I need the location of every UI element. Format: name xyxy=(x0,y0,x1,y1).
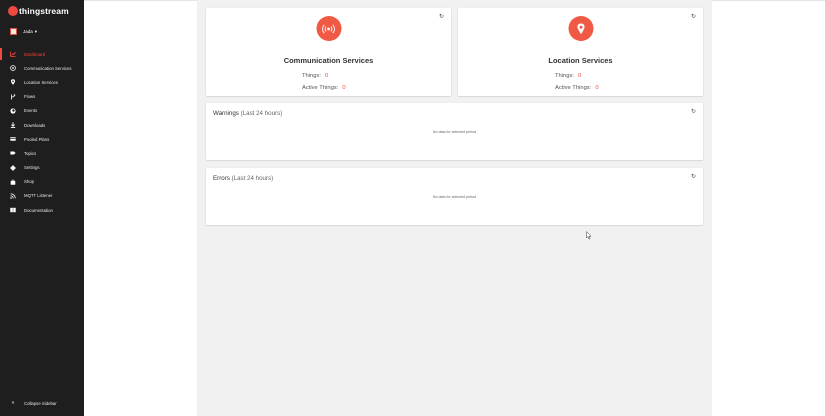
active-things-stat: Active Things: 0 xyxy=(555,85,599,91)
sidebar-item-downloads[interactable]: Downloads xyxy=(0,118,84,132)
warnings-period: (Last 24 hours) xyxy=(240,110,283,117)
broadcast-icon xyxy=(10,65,16,72)
pin-icon xyxy=(10,79,16,86)
sidebar-item-label: Location Services xyxy=(24,79,58,85)
collapse-sidebar-label: Collapse Sidebar xyxy=(24,400,57,406)
sidebar-item-label: Events xyxy=(24,108,38,114)
sidebar-item-label: Downloads xyxy=(24,122,46,128)
sidebar-item-label: Pooled Plans xyxy=(24,136,50,142)
tag-icon xyxy=(10,150,16,156)
chart-icon xyxy=(10,51,16,57)
sidebar-item-label: Communication Services xyxy=(24,65,72,71)
things-value: 0 xyxy=(578,73,582,79)
sidebar-item-label: Topics xyxy=(24,150,37,156)
active-things-label: Active Things: xyxy=(555,85,592,91)
sidebar: thingstream Jada ▾ Dashboard Communicati… xyxy=(0,0,84,416)
logo-mark-icon xyxy=(8,6,18,16)
things-stat: Things: 0 xyxy=(555,73,581,79)
sidebar-item-documentation[interactable]: Documentation xyxy=(0,203,84,217)
bag-icon xyxy=(10,179,16,185)
gear-icon xyxy=(10,164,16,171)
empty-state-text: No data for selected period xyxy=(432,130,477,134)
errors-title: Errors xyxy=(213,175,230,182)
location-services-card[interactable]: ↻ Location Services Things: 0 Active Thin… xyxy=(458,8,703,96)
download-icon xyxy=(10,122,16,128)
sidebar-item-label: Settings xyxy=(24,165,40,171)
sidebar-item-label: Shop xyxy=(24,179,35,185)
main-area: ↻ Communication Services Things: 0 Active… xyxy=(84,0,825,416)
avatar xyxy=(10,28,17,35)
chevron-down-icon: ▾ xyxy=(34,28,38,34)
card-icon xyxy=(10,136,16,142)
refresh-icon[interactable]: ↻ xyxy=(439,14,444,20)
sidebar-item-label: Documentation xyxy=(24,207,53,213)
active-things-value: 0 xyxy=(342,85,346,91)
errors-period: (Last 24 hours) xyxy=(231,175,274,182)
things-label: Things: xyxy=(555,73,575,79)
user-name: Jada xyxy=(23,29,33,34)
signal-icon xyxy=(10,193,16,199)
user-menu[interactable]: Jada ▾ xyxy=(10,28,37,35)
things-value: 0 xyxy=(325,73,329,79)
sidebar-item-location-services[interactable]: Location Services xyxy=(0,75,84,89)
sidebar-item-shop[interactable]: Shop xyxy=(0,175,84,189)
active-things-value: 0 xyxy=(595,85,599,91)
warnings-title: Warnings xyxy=(213,110,239,117)
refresh-icon[interactable]: ↻ xyxy=(691,14,696,20)
empty-state-text: No data for selected period xyxy=(432,195,477,199)
thingstream-logo[interactable]: thingstream xyxy=(8,6,69,16)
communication-services-card[interactable]: ↻ Communication Services Things: 0 Active… xyxy=(206,8,451,96)
dashboard-content: ↻ Communication Services Things: 0 Active… xyxy=(197,0,712,416)
collapse-sidebar-button[interactable]: « Collapse Sidebar xyxy=(10,400,57,406)
sidebar-nav: Dashboard Communication Services Locatio… xyxy=(0,47,84,217)
flow-icon xyxy=(10,93,16,100)
sidebar-item-settings[interactable]: Settings xyxy=(0,161,84,175)
sidebar-item-mqtt-listener[interactable]: MQTT Listener xyxy=(0,189,84,203)
card-title: Location Services xyxy=(548,56,613,65)
mouse-cursor-icon xyxy=(586,231,592,240)
sidebar-item-label: MQTT Listener xyxy=(24,193,53,199)
book-icon xyxy=(10,207,16,213)
sidebar-item-pooled-plans[interactable]: Pooled Plans xyxy=(0,132,84,146)
logo-text: thingstream xyxy=(19,6,69,16)
bell-icon xyxy=(10,108,16,114)
panel-title: Warnings (Last 24 hours) xyxy=(213,110,282,117)
things-label: Things: xyxy=(302,73,322,79)
sidebar-item-flows[interactable]: Flows xyxy=(0,90,84,104)
refresh-icon[interactable]: ↻ xyxy=(691,174,696,180)
sidebar-item-label: Flows xyxy=(24,94,36,100)
card-title: Communication Services xyxy=(283,56,374,65)
refresh-icon[interactable]: ↻ xyxy=(691,109,696,115)
sidebar-item-events[interactable]: Events xyxy=(0,104,84,118)
sidebar-item-communication-services[interactable]: Communication Services xyxy=(0,61,84,75)
active-things-label: Active Things: xyxy=(302,85,339,91)
errors-panel: ↻ Errors (Last 24 hours) No data for sel… xyxy=(206,168,703,225)
active-things-stat: Active Things: 0 xyxy=(302,85,346,91)
warnings-panel: ↻ Warnings (Last 24 hours) No data for s… xyxy=(206,103,703,160)
sidebar-item-dashboard[interactable]: Dashboard xyxy=(0,47,84,61)
location-pin-icon xyxy=(568,16,593,41)
double-chevron-left-icon: « xyxy=(11,399,15,406)
sidebar-item-label: Dashboard xyxy=(24,51,46,57)
panel-title: Errors (Last 24 hours) xyxy=(213,175,273,182)
sidebar-item-topics[interactable]: Topics xyxy=(0,146,84,160)
things-stat: Things: 0 xyxy=(302,73,328,79)
broadcast-icon xyxy=(316,16,341,41)
